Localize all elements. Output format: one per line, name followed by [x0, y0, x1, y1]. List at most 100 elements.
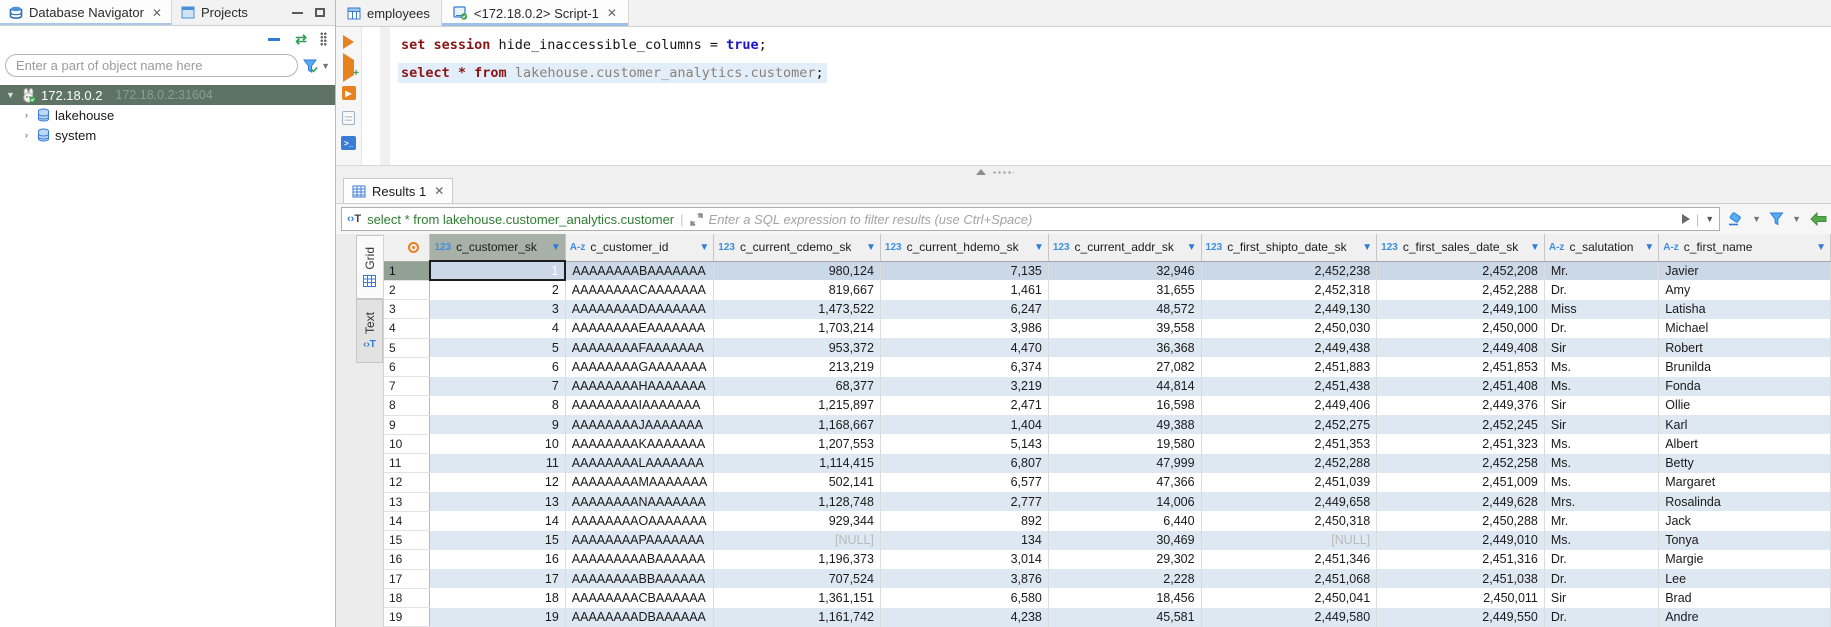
row-number-cell[interactable]: 3 — [384, 300, 430, 319]
column-filter-dropdown-icon[interactable]: ▼ — [1034, 242, 1044, 253]
grid-cell[interactable]: Dr. — [1544, 319, 1658, 338]
grid-cell[interactable]: Michael — [1659, 319, 1831, 338]
grid-cell[interactable]: 2,451,438 — [1201, 377, 1377, 396]
grid-cell[interactable]: [NULL] — [1201, 531, 1377, 550]
grid-cell[interactable]: Jack — [1659, 511, 1831, 530]
execute-script-icon[interactable]: ▶ — [342, 86, 356, 100]
grid-cell[interactable]: 19,580 — [1048, 434, 1201, 453]
grid-cell[interactable]: 2,451,408 — [1377, 377, 1545, 396]
grid-cell[interactable]: Ms. — [1544, 454, 1658, 473]
grid-cell[interactable]: 953,372 — [714, 338, 881, 357]
grid-cell[interactable]: 1,361,151 — [714, 588, 881, 607]
grid-cell[interactable]: 1 — [430, 261, 565, 280]
grid-cell[interactable]: Ms. — [1544, 531, 1658, 550]
grid-cell[interactable]: 502,141 — [714, 473, 881, 492]
grid-cell[interactable]: AAAAAAAAKAAAAAAA — [565, 434, 713, 453]
filters-menu-icon[interactable] — [1769, 212, 1784, 226]
link-with-editor-icon[interactable]: ⇄ — [295, 32, 307, 46]
grid-cell[interactable]: 18 — [430, 588, 565, 607]
grid-cell[interactable]: Mrs. — [1544, 492, 1658, 511]
grid-cell[interactable]: 3 — [430, 300, 565, 319]
grid-cell[interactable]: 3,219 — [880, 377, 1048, 396]
grid-cell[interactable]: AAAAAAAALAAAAAAA — [565, 454, 713, 473]
grid-cell[interactable]: Rosalinda — [1659, 492, 1831, 511]
grid-cell[interactable]: Amy — [1659, 280, 1831, 299]
grid-cell[interactable]: 213,219 — [714, 357, 881, 376]
editor-results-splitter[interactable] — [336, 165, 1831, 178]
column-filter-dropdown-icon[interactable]: ▼ — [551, 242, 561, 253]
grid-cell[interactable]: 36,368 — [1048, 338, 1201, 357]
grid-cell[interactable]: 8 — [430, 396, 565, 415]
grid-cell[interactable]: 48,572 — [1048, 300, 1201, 319]
result-filter-input[interactable]: ‹›T select * from lakehouse.customer_ana… — [341, 207, 1720, 231]
grid-cell[interactable]: 2,450,011 — [1377, 588, 1545, 607]
grid-cell[interactable]: 2,449,580 — [1201, 608, 1377, 627]
row-number-cell[interactable]: 18 — [384, 588, 430, 607]
grid-cell[interactable]: AAAAAAAAHAAAAAAA — [565, 377, 713, 396]
minimize-icon[interactable] — [292, 12, 303, 14]
row-number-cell[interactable]: 4 — [384, 319, 430, 338]
presentation-tab-text[interactable]: Text ‹›T — [356, 299, 383, 363]
grid-cell[interactable]: 2,451,038 — [1377, 569, 1545, 588]
grid-cell[interactable]: Lee — [1659, 569, 1831, 588]
tab-database-navigator[interactable]: Database Navigator ✕ — [0, 0, 172, 25]
row-number-cell[interactable]: 15 — [384, 531, 430, 550]
grid-cell[interactable]: 2,449,010 — [1377, 531, 1545, 550]
grid-cell[interactable]: 1,473,522 — [714, 300, 881, 319]
row-number-cell[interactable]: 6 — [384, 357, 430, 376]
grid-cell[interactable]: 2,452,288 — [1377, 280, 1545, 299]
explain-plan-icon[interactable] — [342, 111, 355, 125]
grid-cell[interactable]: 1,404 — [880, 415, 1048, 434]
grid-cell[interactable]: Sir — [1544, 338, 1658, 357]
grid-cell[interactable]: 32,946 — [1048, 261, 1201, 280]
grid-cell[interactable]: 2,451,853 — [1377, 357, 1545, 376]
grid-cell[interactable]: 39,558 — [1048, 319, 1201, 338]
row-number-cell[interactable]: 5 — [384, 338, 430, 357]
grid-cell[interactable]: 929,344 — [714, 511, 881, 530]
grid-cell[interactable]: 19 — [430, 608, 565, 627]
grid-cell[interactable]: 2,450,041 — [1201, 588, 1377, 607]
grid-cell[interactable]: 2,452,258 — [1377, 454, 1545, 473]
grid-cell[interactable]: 1,168,667 — [714, 415, 881, 434]
grid-cell[interactable]: 12 — [430, 473, 565, 492]
chevron-down-icon[interactable]: ▼ — [1792, 214, 1801, 224]
splitter-handle[interactable] — [976, 169, 1014, 175]
column-header-c_first_shipto_date_sk[interactable]: 123c_first_shipto_date_sk▼ — [1201, 234, 1377, 261]
row-number-cell[interactable]: 10 — [384, 434, 430, 453]
row-number-cell[interactable]: 12 — [384, 473, 430, 492]
grid-cell[interactable]: 707,524 — [714, 569, 881, 588]
grid-cell[interactable]: 2,451,883 — [1201, 357, 1377, 376]
tab-employees[interactable]: employees — [336, 0, 441, 26]
back-arrow-icon[interactable] — [1809, 212, 1827, 226]
row-number-cell[interactable]: 17 — [384, 569, 430, 588]
grid-cell[interactable]: Dr. — [1544, 569, 1658, 588]
grid-cell[interactable]: Sir — [1544, 415, 1658, 434]
grid-cell[interactable]: AAAAAAAACBAAAAAA — [565, 588, 713, 607]
execute-statement-icon[interactable] — [343, 35, 354, 49]
close-icon[interactable]: ✕ — [434, 184, 444, 198]
row-number-cell[interactable]: 7 — [384, 377, 430, 396]
sql-code[interactable]: set session hide_inaccessible_columns = … — [390, 27, 1831, 165]
grid-cell[interactable]: 7,135 — [880, 261, 1048, 280]
grid-cell[interactable]: 2,471 — [880, 396, 1048, 415]
grid-cell[interactable]: 2,452,238 — [1201, 261, 1377, 280]
column-header-c_current_addr_sk[interactable]: 123c_current_addr_sk▼ — [1048, 234, 1201, 261]
column-header-c_current_cdemo_sk[interactable]: 123c_current_cdemo_sk▼ — [714, 234, 881, 261]
grid-cell[interactable]: AAAAAAAAEAAAAAAA — [565, 319, 713, 338]
grid-cell[interactable]: AAAAAAAAMAAAAAAA — [565, 473, 713, 492]
grid-cell[interactable]: AAAAAAAANAAAAAAA — [565, 492, 713, 511]
row-number-cell[interactable]: 16 — [384, 550, 430, 569]
grid-cell[interactable]: 4 — [430, 319, 565, 338]
grid-cell[interactable]: AAAAAAAAOAAAAAAA — [565, 511, 713, 530]
row-number-header[interactable] — [384, 234, 430, 261]
grid-cell[interactable]: AAAAAAAADBAAAAAA — [565, 608, 713, 627]
column-header-c_first_name[interactable]: A-zc_first_name▼ — [1659, 234, 1831, 261]
grid-cell[interactable]: 2,451,316 — [1377, 550, 1545, 569]
tab-script-1[interactable]: <172.18.0.2> Script-1 ✕ — [441, 0, 629, 26]
grid-cell[interactable]: 6,577 — [880, 473, 1048, 492]
grid-cell[interactable]: 31,655 — [1048, 280, 1201, 299]
grid-cell[interactable]: 11 — [430, 454, 565, 473]
grid-cell[interactable]: Ms. — [1544, 473, 1658, 492]
grid-cell[interactable]: 27,082 — [1048, 357, 1201, 376]
grid-cell[interactable]: 5,143 — [880, 434, 1048, 453]
